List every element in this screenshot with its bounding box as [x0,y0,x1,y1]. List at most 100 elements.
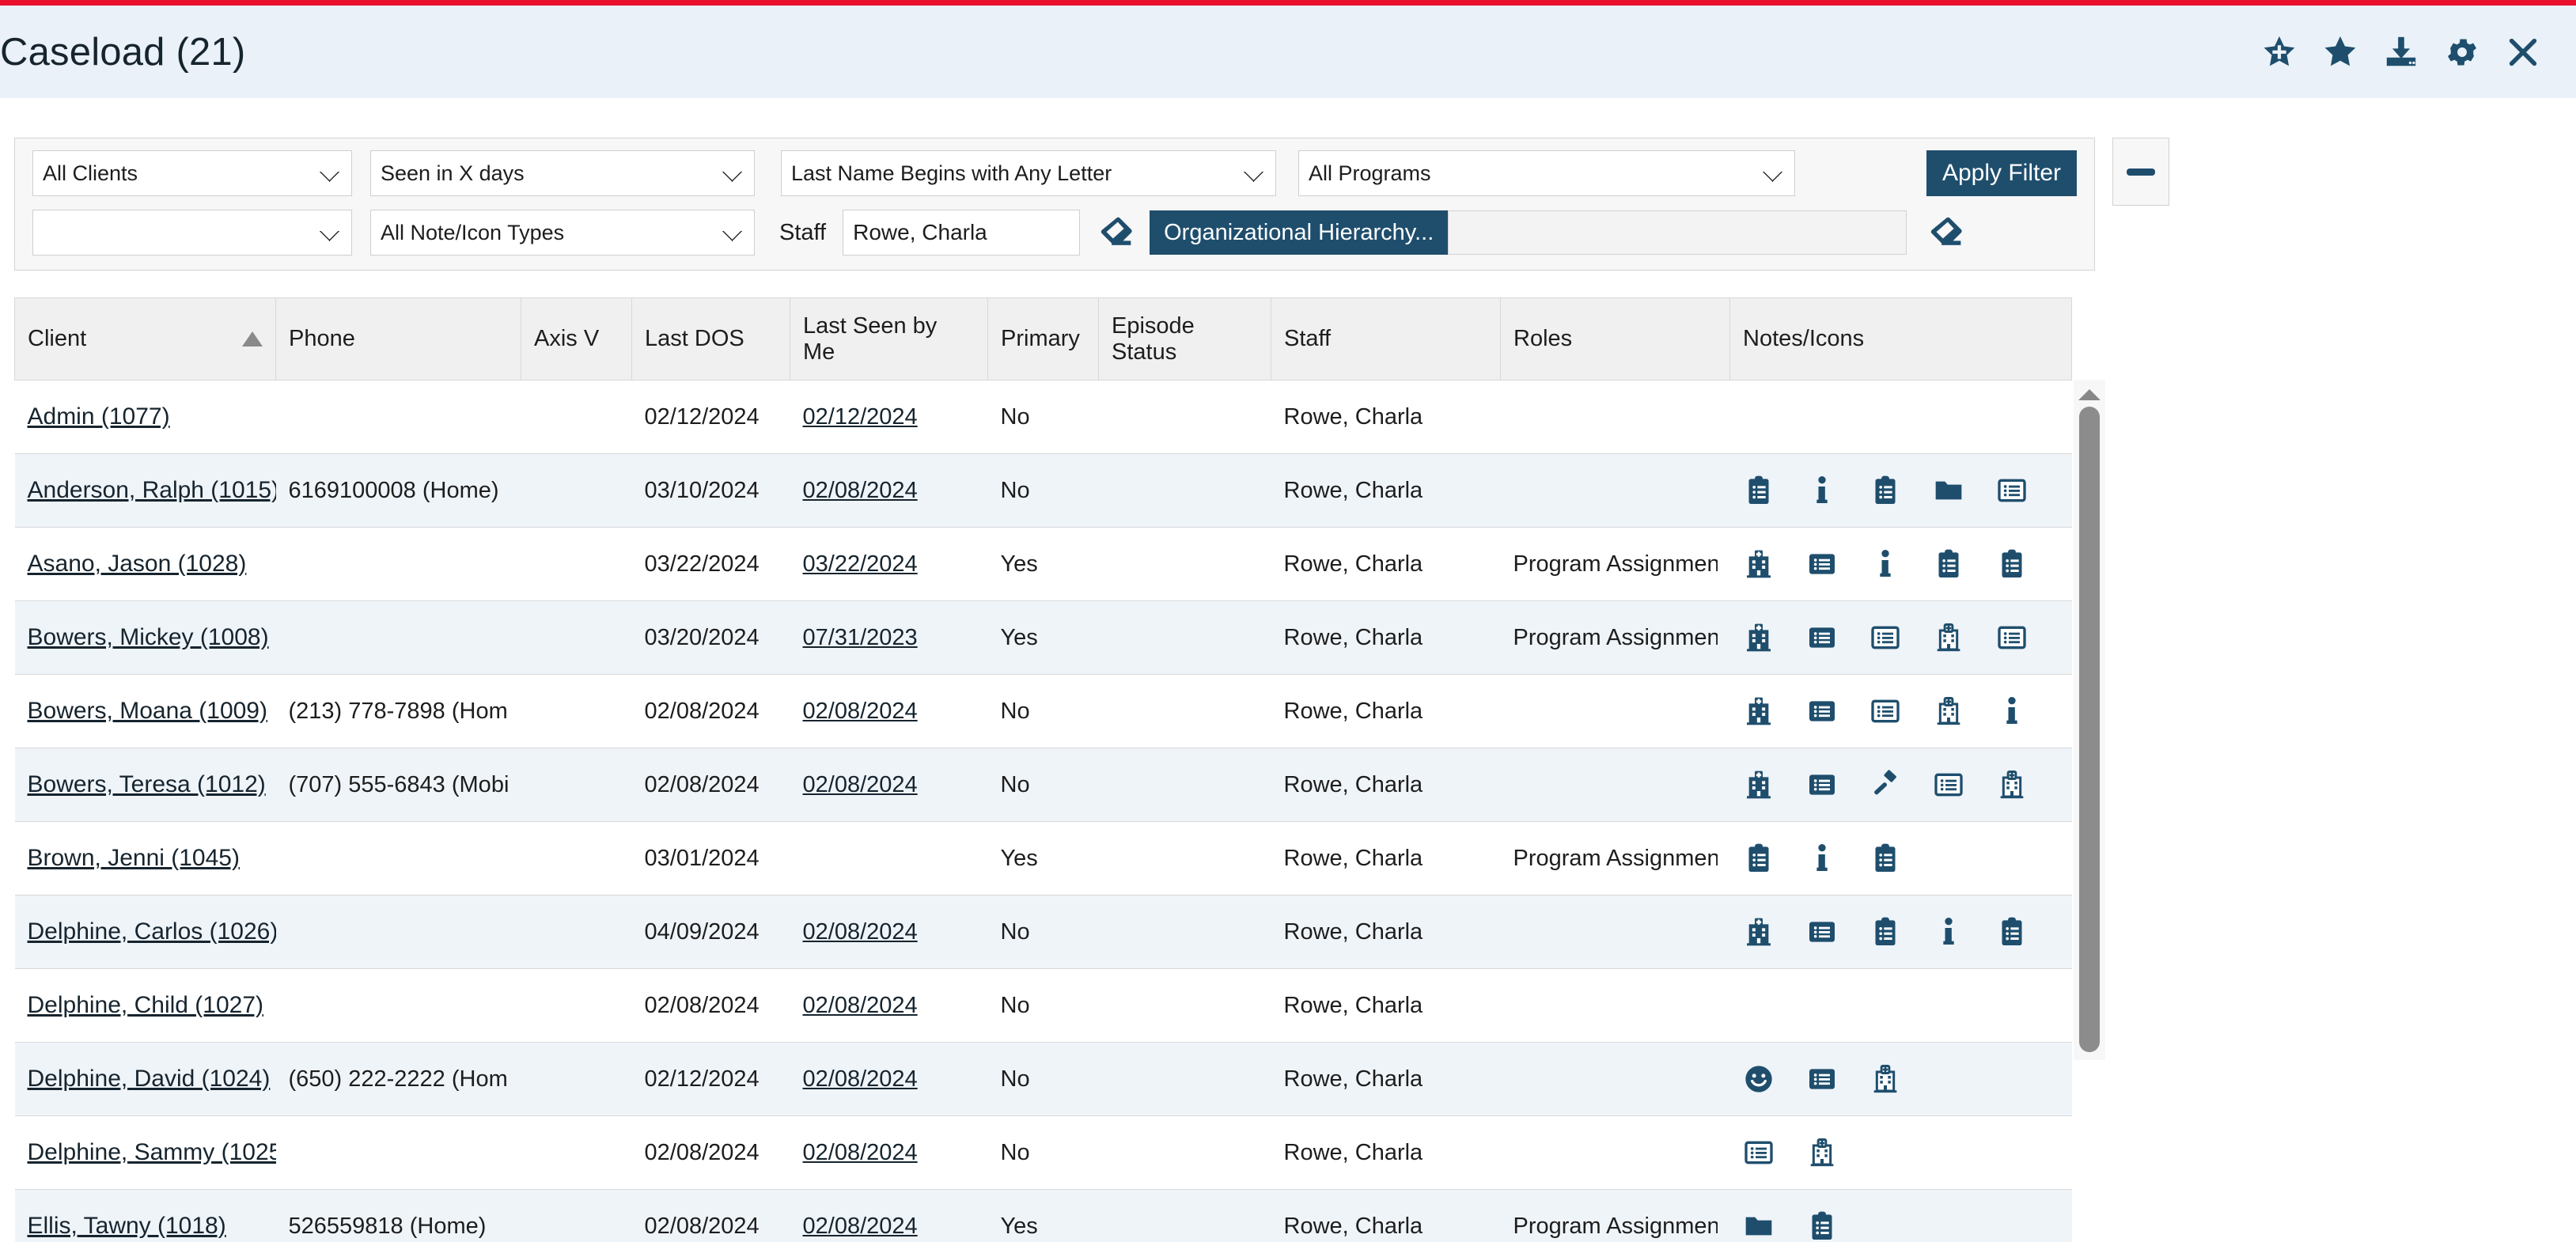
staff-input[interactable] [843,210,1081,256]
folder-icon[interactable] [1743,1210,1775,1242]
list-box-outline-icon[interactable] [1869,695,1901,727]
table-row[interactable]: Ellis, Tawny (1018) 526559818 (Home) 02/08… [14,1189,2072,1242]
hospital-outline-icon[interactable] [1933,622,1964,653]
client-name-link[interactable]: Bowers, Teresa (1012) [28,771,266,797]
hospital-outline-icon[interactable] [1933,695,1964,727]
cell-last-seen[interactable]: 02/08/2024 [790,674,988,748]
cell-last-seen[interactable]: 02/08/2024 [790,1042,988,1116]
clipboard-list-icon[interactable] [1743,843,1775,874]
cell-client[interactable]: Delphine, Carlos (1026) [14,895,276,969]
list-box-outline-icon[interactable] [1933,769,1964,801]
column-header-seen[interactable]: Last Seen by Me [790,297,988,381]
list-box-outline-icon[interactable] [1869,622,1901,653]
clipboard-list-icon[interactable] [1996,916,2028,948]
secondary-scope-select[interactable] [32,210,352,256]
column-header-episode[interactable]: Episode Status [1098,297,1271,381]
column-header-phone[interactable]: Phone [275,297,521,381]
hospital-outline-icon[interactable] [1996,769,2028,801]
list-box-outline-icon[interactable] [1996,622,2028,653]
last-name-letter-select[interactable]: Last Name Begins with Any Letter [781,150,1276,196]
eraser-icon[interactable] [1094,210,1138,255]
table-row[interactable]: Bowers, Mickey (1008) 03/20/2024 07/31/202… [14,600,2072,675]
cell-last-seen[interactable]: 02/08/2024 [790,748,988,822]
table-row[interactable]: Delphine, Sammy (1025) 02/08/2024 02/08/20… [14,1115,2072,1190]
client-name-link[interactable]: Bowers, Moana (1009) [28,698,268,724]
folder-icon[interactable] [1933,475,1964,506]
table-row[interactable]: Admin (1077) 02/12/2024 02/12/2024 No Rowe, … [14,380,2072,454]
hospital-icon[interactable] [1743,622,1775,653]
clipboard-list-icon[interactable] [1869,843,1901,874]
column-header-staff[interactable]: Staff [1271,297,1501,381]
clipboard-list-icon[interactable] [1933,548,1964,580]
table-row[interactable]: Brown, Jenni (1045) 03/01/2024 Yes Rowe, Ch… [14,821,2072,896]
column-header-roles[interactable]: Roles [1500,297,1730,381]
last-seen-link[interactable]: 02/08/2024 [803,993,918,1018]
clipboard-list-icon[interactable] [1869,916,1901,948]
apply-filter-button[interactable]: Apply Filter [1926,150,2077,196]
hospital-icon[interactable] [1743,769,1775,801]
organizational-hierarchy-button[interactable]: Organizational Hierarchy... [1150,210,1449,255]
table-row[interactable]: Delphine, Carlos (1026) 04/09/2024 02/08/2… [14,895,2072,969]
last-seen-link[interactable]: 07/31/2023 [803,625,918,650]
cell-client[interactable]: Delphine, Sammy (1025) [14,1115,276,1190]
list-box-filled-icon[interactable] [1806,695,1838,727]
info-icon[interactable] [1806,475,1838,506]
close-icon[interactable] [2505,34,2541,70]
gear-icon[interactable] [2444,34,2480,70]
client-name-link[interactable]: Delphine, Sammy (1025) [28,1139,276,1165]
cell-last-seen[interactable]: 02/08/2024 [790,453,988,528]
cell-client[interactable]: Admin (1077) [14,380,276,454]
client-name-link[interactable]: Delphine, Carlos (1026) [28,918,276,945]
programs-select[interactable]: All Programs [1298,150,1795,196]
table-row[interactable]: Bowers, Teresa (1012) (707) 555-6843 (Mob… [14,748,2072,822]
smiley-icon[interactable] [1743,1063,1775,1095]
column-header-notes[interactable]: Notes/Icons [1729,297,2072,381]
cell-last-seen[interactable]: 03/22/2024 [790,527,988,601]
client-name-link[interactable]: Anderson, Ralph (1015) [28,477,276,503]
scrollbar-thumb[interactable] [2079,407,2100,1052]
table-row[interactable]: Asano, Jason (1028) 03/22/2024 03/22/2024 Y… [14,527,2072,601]
collapse-filters-button[interactable] [2112,138,2169,206]
clipboard-list-icon[interactable] [1996,548,2028,580]
table-row[interactable]: Anderson, Ralph (1015) 6169100008 (Home) 0… [14,453,2072,528]
gavel-icon[interactable] [1869,769,1901,801]
clipboard-list-icon[interactable] [1869,475,1901,506]
client-name-link[interactable]: Bowers, Mickey (1008) [28,624,269,650]
hospital-outline-icon[interactable] [1806,1137,1838,1168]
last-seen-link[interactable]: 02/08/2024 [803,1214,918,1239]
favorite-icon[interactable] [2322,34,2358,70]
last-seen-link[interactable]: 02/08/2024 [803,478,918,503]
info-icon[interactable] [1806,843,1838,874]
last-seen-link[interactable]: 02/08/2024 [803,772,918,797]
cell-last-seen[interactable]: 02/08/2024 [790,1115,988,1190]
column-header-client[interactable]: Client [14,297,276,381]
last-seen-link[interactable]: 02/08/2024 [803,1066,918,1092]
eraser-icon-hierarchy[interactable] [1924,210,1968,255]
organizational-hierarchy-input[interactable] [1448,210,1907,255]
hospital-icon[interactable] [1743,695,1775,727]
clipboard-list-icon[interactable] [1806,1210,1838,1242]
client-name-link[interactable]: Admin (1077) [28,403,170,430]
cell-last-seen[interactable]: 02/08/2024 [790,895,988,969]
list-box-filled-icon[interactable] [1806,916,1838,948]
list-box-filled-icon[interactable] [1806,622,1838,653]
cell-client[interactable]: Delphine, David (1024) [14,1042,276,1116]
cell-client[interactable]: Bowers, Moana (1009) [14,674,276,748]
cell-client[interactable]: Bowers, Teresa (1012) [14,748,276,822]
info-icon[interactable] [1996,695,2028,727]
client-scope-select[interactable]: All Clients [32,150,352,196]
last-seen-link[interactable]: 02/08/2024 [803,1140,918,1165]
list-box-filled-icon[interactable] [1806,1063,1838,1095]
hospital-icon[interactable] [1743,548,1775,580]
column-header-primary[interactable]: Primary [987,297,1099,381]
clipboard-list-icon[interactable] [1743,475,1775,506]
cell-client[interactable]: Delphine, Child (1027) [14,968,276,1043]
cell-client[interactable]: Bowers, Mickey (1008) [14,600,276,675]
list-box-filled-icon[interactable] [1806,769,1838,801]
last-seen-link[interactable]: 02/08/2024 [803,919,918,945]
seen-in-days-select[interactable]: Seen in X days [370,150,755,196]
list-box-outline-icon[interactable] [1743,1137,1775,1168]
info-icon[interactable] [1933,916,1964,948]
cell-last-seen[interactable]: 02/08/2024 [790,968,988,1043]
table-vertical-scrollbar[interactable] [2074,380,2105,1060]
